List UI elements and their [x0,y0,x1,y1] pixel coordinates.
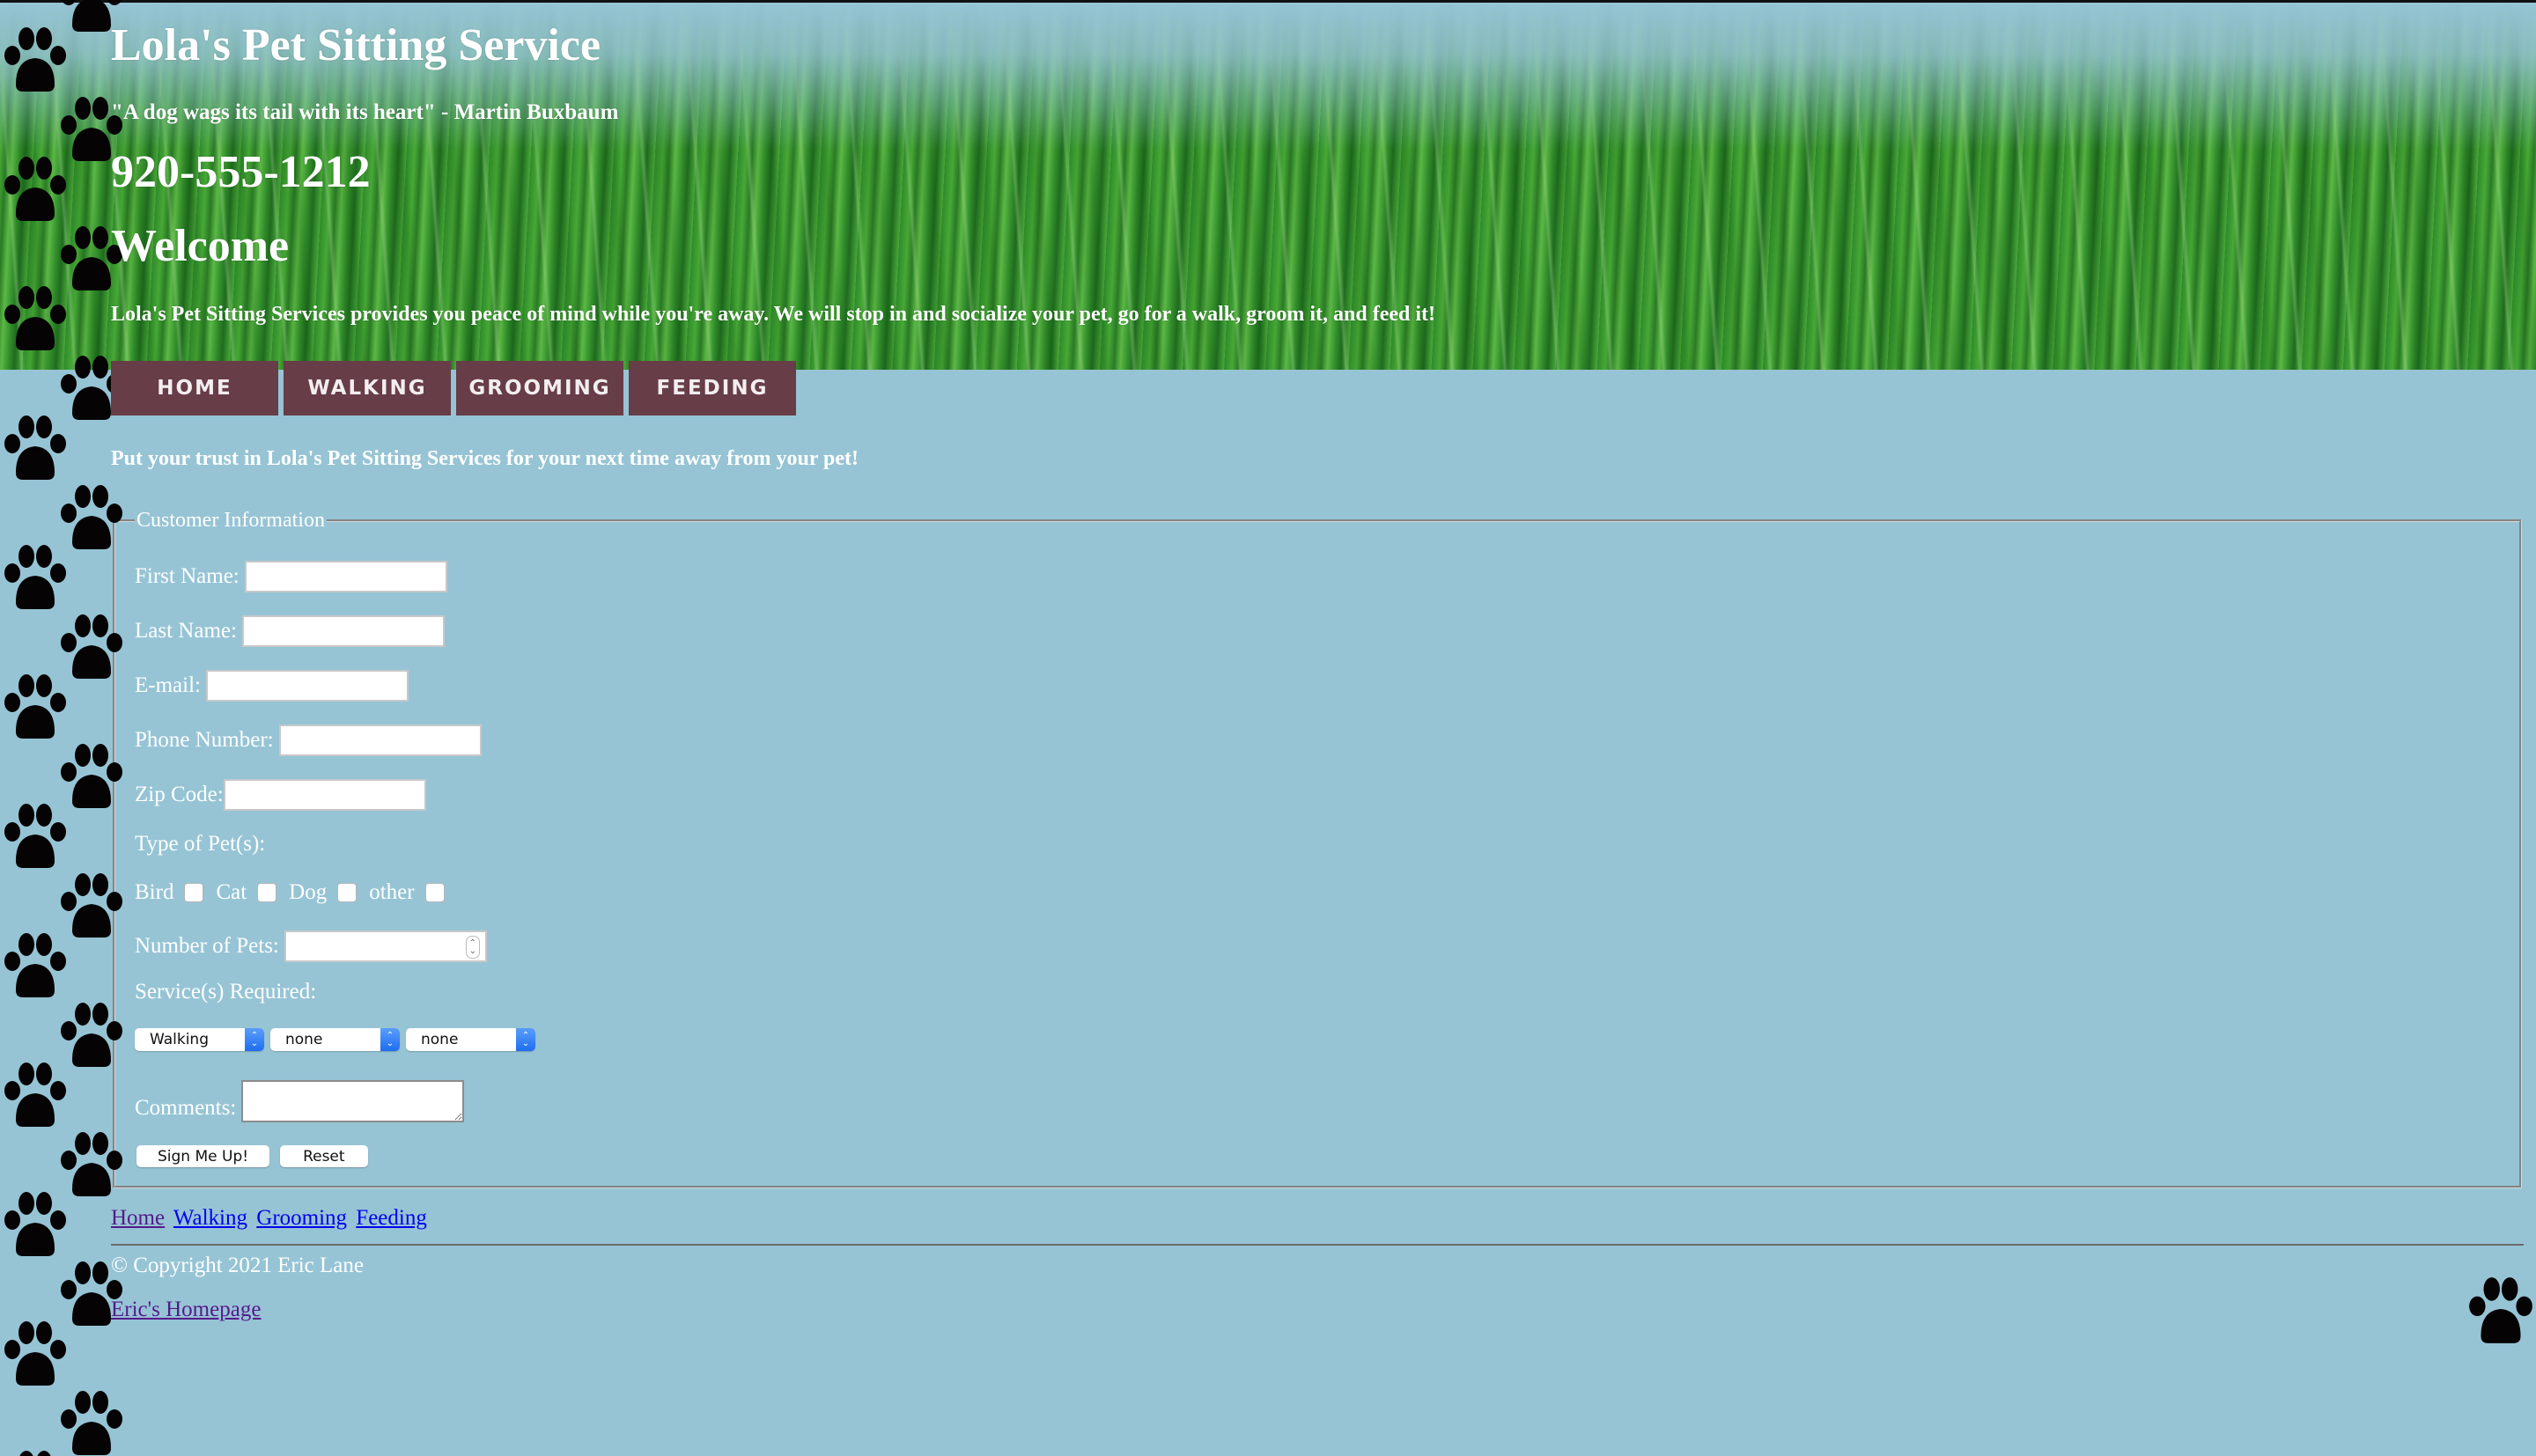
welcome-heading: Welcome [111,221,290,271]
last-name-row: Last Name: [135,615,445,647]
cat-label: Cat [216,880,247,904]
sign-up-button[interactable]: Sign Me Up! [136,1145,270,1167]
chevron-updown-icon: ⌃ ⌄ [245,1028,264,1051]
copyright-text: © Copyright 2021 Eric Lane [111,1254,364,1277]
nav-walking[interactable]: WALKING [284,361,451,415]
services-label-row: Service(s) Required: [135,980,316,1004]
pet-type-label: Type of Pet(s): [135,832,266,856]
email-row: E-mail: [135,670,409,702]
footer-link-feeding[interactable]: Feeding [356,1206,427,1230]
services-select-row: Walking ⌃ ⌄ none ⌃ ⌄ none ⌃ ⌄ [135,1028,542,1051]
pet-type-row: Type of Pet(s): [135,832,265,857]
service-select-3-value: none [421,1031,459,1048]
service-select-1[interactable]: Walking ⌃ ⌄ [135,1028,264,1051]
email-label: E-mail: [135,673,201,697]
pet-checkbox-row: Bird Cat Dog other [135,880,457,905]
customer-info-form: Customer Information First Name: Last Na… [113,509,2522,1188]
comments-textarea[interactable] [241,1080,465,1122]
comments-label: Comments: [135,1096,237,1120]
paw-print-icon [2469,1277,2532,1343]
footer-link-home[interactable]: Home [111,1206,165,1230]
form-legend: Customer Information [136,509,325,532]
dog-checkbox[interactable] [337,883,358,902]
phone-input[interactable] [278,724,482,756]
email-input[interactable] [205,670,409,702]
nav-feeding[interactable]: FEEDING [629,361,796,415]
bird-checkbox[interactable] [184,883,204,902]
phone-number: 920-555-1212 [111,147,371,197]
chevron-updown-icon: ⌃ ⌄ [380,1028,400,1051]
first-name-input[interactable] [244,561,447,592]
stepper-icon[interactable]: ⌃ ⌄ [465,936,480,959]
nav-home[interactable]: HOME [111,361,278,415]
other-label: other [369,880,415,904]
last-name-input[interactable] [241,615,445,647]
service-select-2-value: none [285,1031,323,1048]
footer-nav: Home Walking Grooming Feeding [111,1206,431,1231]
first-name-row: First Name: [135,561,447,592]
number-of-pets-field[interactable] [284,930,487,962]
service-select-2[interactable]: none ⌃ ⌄ [270,1028,400,1051]
main-nav: HOME WALKING GROOMING FEEDING [111,361,796,415]
zip-row: Zip Code: [135,779,426,811]
bird-label: Bird [135,880,174,904]
phone-row: Phone Number: [135,724,482,756]
site-title: Lola's Pet Sitting Service [111,20,601,70]
form-buttons: Sign Me Up! Reset [136,1145,379,1167]
nav-grooming[interactable]: GROOMING [456,361,623,415]
footer-divider [111,1244,2524,1246]
other-checkbox[interactable] [424,883,445,902]
zip-input[interactable] [223,779,426,811]
comments-row: Comments: [135,1080,465,1122]
trust-text: Put your trust in Lola's Pet Sitting Ser… [111,447,859,470]
phone-label: Phone Number: [135,728,274,752]
number-of-pets-label: Number of Pets: [135,934,279,958]
first-name-label: First Name: [135,564,240,588]
last-name-label: Last Name: [135,619,237,643]
quote: "A dog wags its tail with its heart" - M… [111,100,619,124]
cat-checkbox[interactable] [257,883,277,902]
chevron-updown-icon: ⌃ ⌄ [516,1028,535,1051]
footer-link-grooming[interactable]: Grooming [256,1206,347,1230]
service-select-3[interactable]: none ⌃ ⌄ [406,1028,535,1051]
reset-button[interactable]: Reset [280,1145,368,1167]
footer-link-walking[interactable]: Walking [173,1206,247,1230]
intro-text: Lola's Pet Sitting Services provides you… [111,303,1436,326]
zip-label: Zip Code: [135,783,224,806]
services-label: Service(s) Required: [135,980,317,1004]
number-of-pets-input[interactable]: ⌃ ⌄ [284,930,487,962]
homepage-link[interactable]: Eric's Homepage [111,1298,261,1322]
dog-label: Dog [289,880,328,904]
number-of-pets-row: Number of Pets: ⌃ ⌄ [135,930,487,962]
service-select-1-value: Walking [150,1031,209,1048]
